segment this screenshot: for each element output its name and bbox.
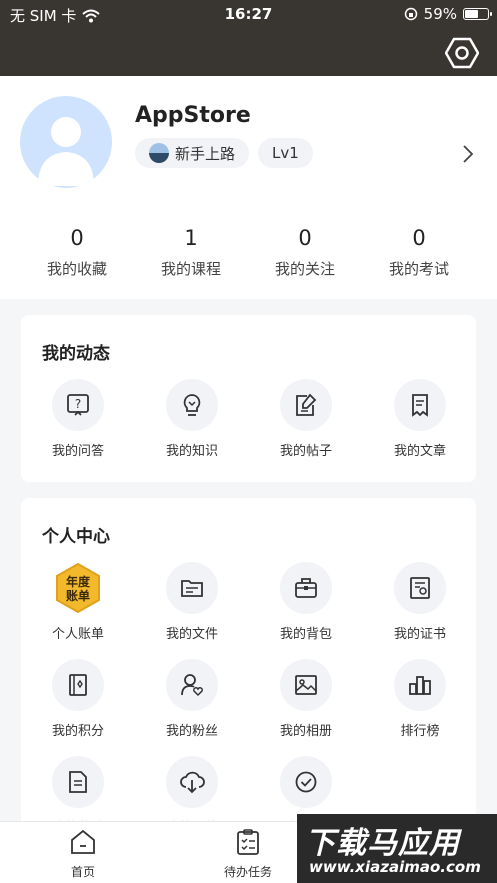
default-avatar-icon	[38, 117, 94, 186]
fans-icon	[166, 659, 218, 711]
menu-item-certificates[interactable]: 我的证书	[363, 562, 477, 642]
menu-item-label: 个人账单	[51, 627, 104, 642]
tab-home[interactable]: 首页	[33, 828, 133, 880]
chevron-right-icon[interactable]	[461, 144, 475, 164]
stat-value: 0	[412, 226, 426, 250]
watermark-url: www.xiazaimao.com	[309, 858, 481, 876]
annual-bill-badge-line1: 年度	[66, 574, 91, 589]
menu-item-articles[interactable]: 我的文章	[363, 379, 477, 459]
menu-item-label: 我的问答	[51, 444, 104, 459]
draft-icon	[52, 756, 104, 808]
menu-item-ranking[interactable]: 排行榜	[363, 659, 477, 739]
stat-courses[interactable]: 1 我的课程	[134, 226, 248, 279]
username: AppStore	[135, 103, 251, 128]
personal-center-card: 个人中心 年度 账单 个人账单 我的文件 我的背包 我的证书 我的积分 我的粉丝…	[21, 498, 476, 838]
question-icon: ?	[52, 379, 104, 431]
menu-item-posts[interactable]: 我的帖子	[249, 379, 363, 459]
menu-item-label: 排行榜	[400, 724, 440, 739]
stat-label: 我的课程	[160, 260, 221, 278]
menu-item-backpack[interactable]: 我的背包	[249, 562, 363, 642]
photo-album-icon	[280, 659, 332, 711]
ranking-icon	[394, 659, 446, 711]
menu-item-label: 我的文章	[393, 444, 446, 459]
lightbulb-icon	[166, 379, 218, 431]
status-right: 59%	[404, 5, 492, 23]
stat-following[interactable]: 0 我的关注	[248, 226, 362, 279]
dynamics-title: 我的动态	[42, 344, 110, 364]
battery-icon	[463, 8, 492, 20]
menu-item-label: 我的帖子	[279, 444, 332, 459]
stats-row: 0 我的收藏 1 我的课程 0 我的关注 0 我的考试	[0, 226, 497, 279]
tab-label: 待办任务	[223, 865, 272, 879]
personal-center-title: 个人中心	[42, 527, 110, 547]
certificate-icon	[394, 562, 446, 614]
article-icon	[394, 379, 446, 431]
rank-badge-label: 新手上路	[175, 144, 236, 163]
folder-icon	[166, 562, 218, 614]
task-clipboard-icon	[237, 829, 259, 855]
profile-section: AppStore 新手上路 Lv1 0 我的收藏 1 我的课程 0 我的关注 0…	[0, 76, 497, 299]
tab-label: 首页	[70, 865, 95, 879]
avatar[interactable]	[20, 96, 112, 188]
menu-item-fans[interactable]: 我的粉丝	[135, 659, 249, 739]
menu-item-label: 我的知识	[165, 444, 218, 459]
stat-value: 1	[184, 226, 198, 250]
stat-label: 我的收藏	[46, 260, 107, 278]
menu-item-annual-bill[interactable]: 年度 账单 个人账单	[21, 562, 135, 642]
download-icon	[166, 756, 218, 808]
rank-badge-icon	[149, 143, 169, 163]
settings-hexagon-icon[interactable]	[445, 36, 479, 70]
menu-item-label: 我的证书	[393, 627, 446, 642]
battery-percent: 59%	[423, 5, 457, 23]
post-edit-icon	[280, 379, 332, 431]
dynamics-card: 我的动态 ? 我的问答 我的知识 我的帖子 我的文章	[21, 315, 476, 482]
rank-badge[interactable]: 新手上路	[135, 138, 250, 168]
menu-item-label: 我的文件	[165, 627, 218, 642]
briefcase-icon	[280, 562, 332, 614]
menu-item-files[interactable]: 我的文件	[135, 562, 249, 642]
menu-item-knowledge[interactable]: 我的知识	[135, 379, 249, 459]
orientation-lock-icon	[404, 7, 417, 21]
menu-item-label: 我的积分	[51, 724, 104, 739]
stat-favorites[interactable]: 0 我的收藏	[20, 226, 134, 279]
stat-value: 0	[298, 226, 312, 250]
level-label: Lv1	[272, 144, 299, 162]
stat-value: 0	[70, 226, 84, 250]
annual-bill-badge-line2: 账单	[66, 588, 90, 603]
home-icon	[71, 829, 95, 854]
header-bar	[0, 28, 497, 76]
stat-label: 我的考试	[388, 260, 449, 278]
annual-bill-icon: 年度 账单	[56, 562, 100, 614]
tab-tasks[interactable]: 待办任务	[198, 828, 298, 880]
verified-icon	[280, 756, 332, 808]
watermark-title: 下载马应用	[305, 826, 460, 861]
status-bar: 无 SIM 卡 16:27 59%	[0, 0, 497, 28]
menu-item-label: 我的粉丝	[165, 724, 218, 739]
points-icon	[52, 659, 104, 711]
menu-item-album[interactable]: 我的相册	[249, 659, 363, 739]
site-watermark: 下载马应用 www.xiazaimao.com	[297, 814, 497, 883]
menu-item-points[interactable]: 我的积分	[21, 659, 135, 739]
menu-item-qa[interactable]: ? 我的问答	[21, 379, 135, 459]
svg-text:?: ?	[75, 397, 81, 411]
stat-label: 我的关注	[274, 260, 335, 278]
stat-exams[interactable]: 0 我的考试	[362, 226, 476, 279]
level-badge[interactable]: Lv1	[258, 138, 313, 168]
menu-item-label: 我的背包	[279, 627, 332, 642]
menu-item-label: 我的相册	[279, 724, 332, 739]
